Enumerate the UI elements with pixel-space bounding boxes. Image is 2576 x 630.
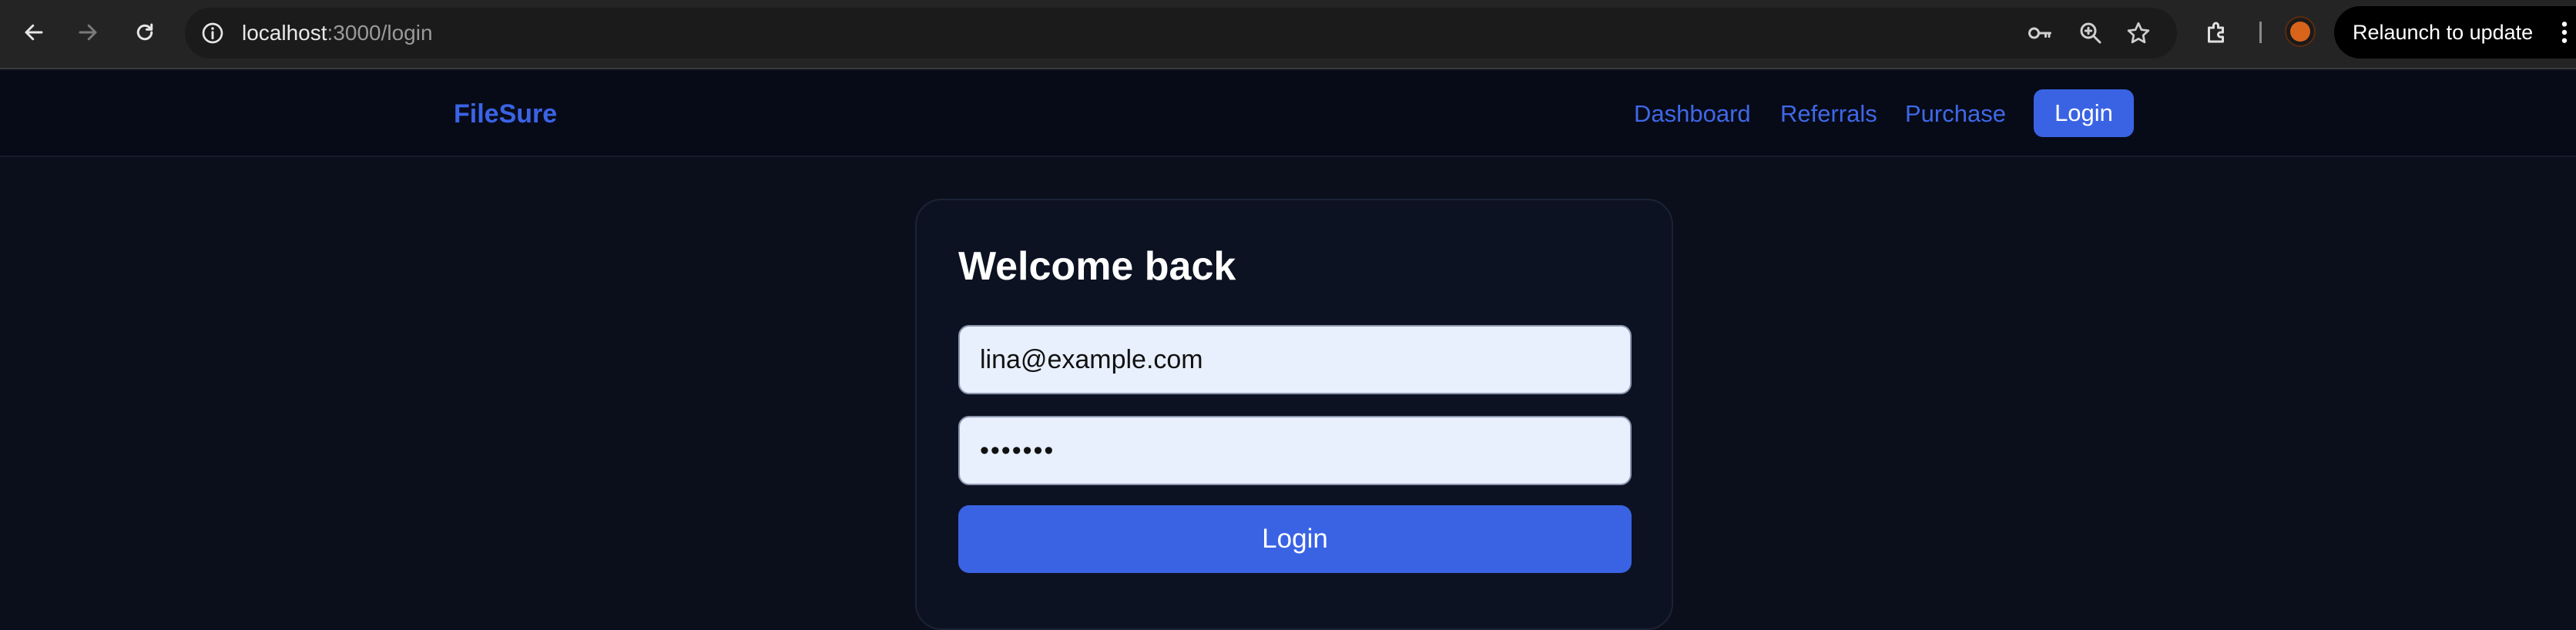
password-field[interactable]: ••••••• bbox=[958, 416, 1632, 485]
url-path: :3000/login bbox=[327, 21, 433, 45]
nav-link-dashboard[interactable]: Dashboard bbox=[1634, 71, 1751, 157]
info-icon[interactable] bbox=[200, 21, 225, 45]
app-navbar: FileSure Dashboard Referrals Purchase Lo… bbox=[0, 71, 2576, 157]
profile-avatar[interactable] bbox=[2285, 16, 2316, 47]
browser-toolbar: localhost:3000/login Relaunch to update bbox=[0, 0, 2576, 69]
forward-arrow-icon bbox=[79, 24, 97, 41]
login-submit-button[interactable]: Login bbox=[958, 505, 1632, 573]
nav-link-purchase[interactable]: Purchase bbox=[1905, 71, 2006, 157]
reload-button[interactable] bbox=[128, 15, 162, 49]
extensions-icon bbox=[2208, 22, 2224, 43]
url-text[interactable]: localhost:3000/login bbox=[242, 8, 433, 59]
email-field[interactable]: lina@example.com bbox=[958, 325, 1632, 394]
relaunch-label: Relaunch to update bbox=[2353, 21, 2534, 44]
address-bar[interactable]: localhost:3000/login bbox=[185, 8, 2177, 59]
kebab-menu-icon[interactable] bbox=[2559, 20, 2570, 45]
login-title: Welcome back bbox=[958, 244, 1236, 289]
avatar-image bbox=[2290, 22, 2310, 42]
key-icon[interactable] bbox=[2026, 19, 2054, 47]
login-card: Welcome back lina@example.com ••••••• Lo… bbox=[915, 199, 1673, 630]
nav-link-referrals[interactable]: Referrals bbox=[1780, 71, 1877, 157]
relaunch-button[interactable]: Relaunch to update bbox=[2334, 6, 2576, 59]
reload-icon bbox=[136, 23, 153, 41]
back-button[interactable] bbox=[17, 15, 51, 49]
extensions-button[interactable] bbox=[2200, 15, 2234, 49]
zoom-icon[interactable] bbox=[2077, 19, 2105, 47]
url-host: localhost bbox=[242, 21, 327, 45]
back-arrow-icon bbox=[25, 24, 43, 41]
star-icon[interactable] bbox=[2125, 19, 2152, 47]
toolbar-divider bbox=[2259, 22, 2262, 43]
forward-button[interactable] bbox=[71, 15, 105, 49]
brand-logo[interactable]: FileSure bbox=[454, 71, 557, 157]
nav-login-button[interactable]: Login bbox=[2034, 89, 2134, 137]
